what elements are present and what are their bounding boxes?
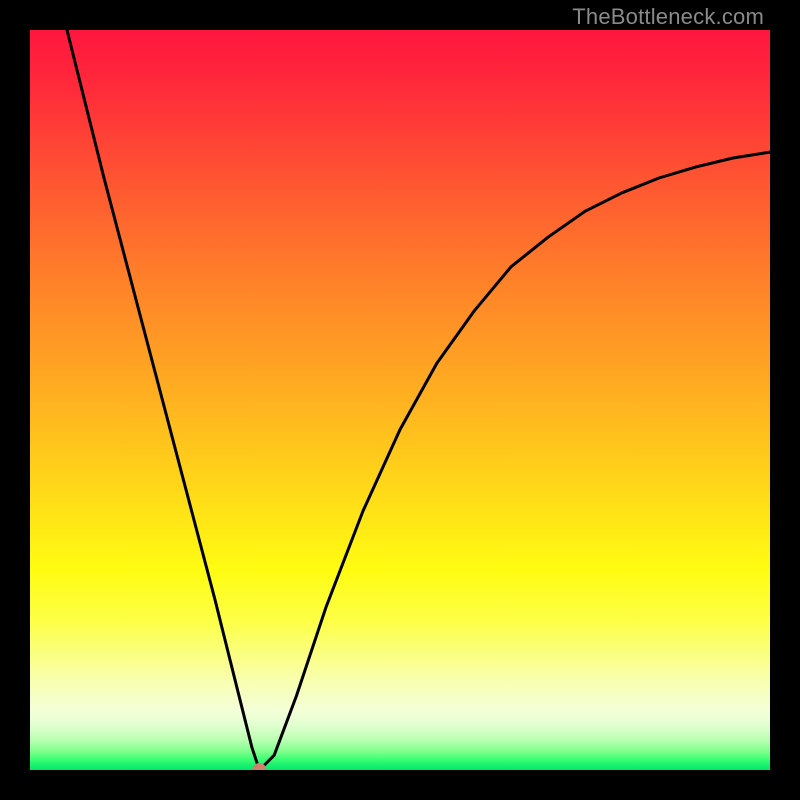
plot-area [30,30,770,770]
watermark-text: TheBottleneck.com [572,4,764,30]
bottleneck-curve [67,30,770,770]
curve-layer [30,30,770,770]
chart-frame: TheBottleneck.com [0,0,800,800]
